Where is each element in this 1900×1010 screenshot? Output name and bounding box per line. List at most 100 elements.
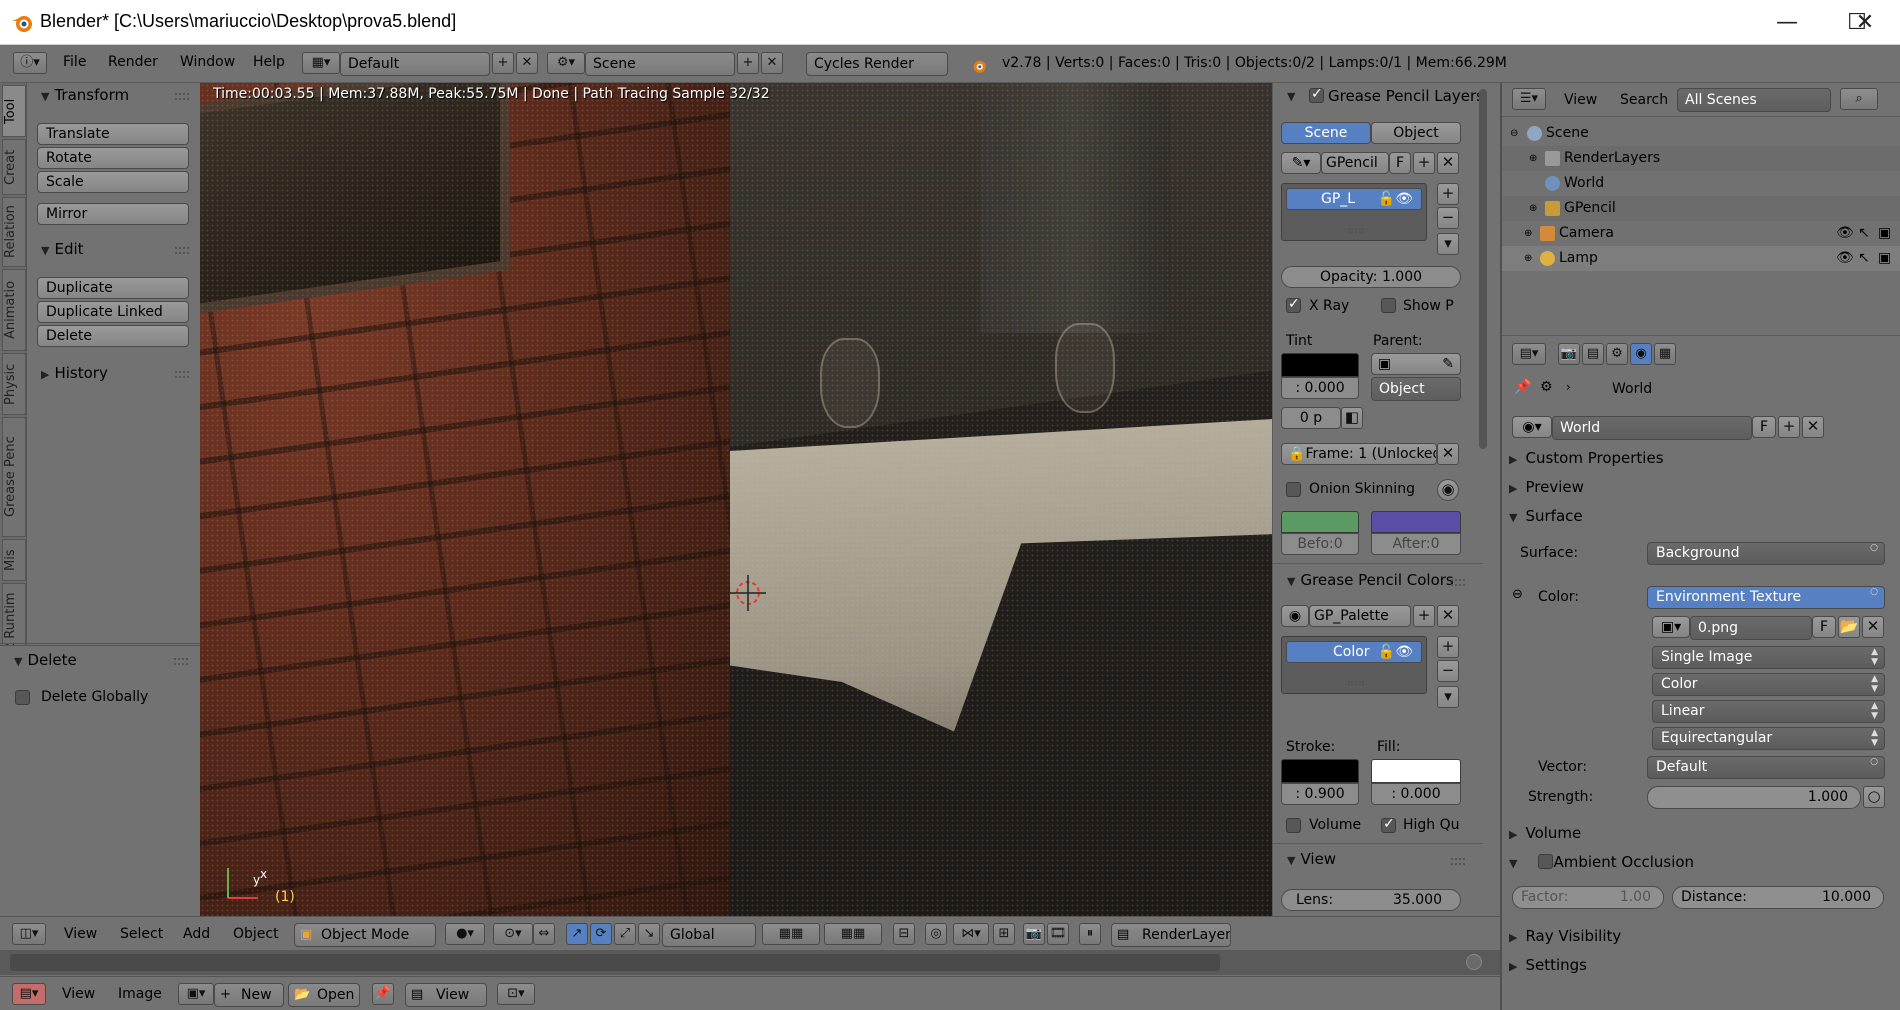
gp-object-tab[interactable]: Object xyxy=(1371,122,1461,144)
render-layers-tab-icon[interactable]: ▤ xyxy=(1582,343,1604,365)
outliner-menu-search[interactable]: Search xyxy=(1620,83,1668,117)
rotate-button[interactable]: Rotate xyxy=(37,147,189,169)
tab-relations[interactable]: Relation xyxy=(2,197,26,267)
outliner-filter-select[interactable]: All Scenes xyxy=(1677,88,1831,112)
gp-layer-remove-icon[interactable]: − xyxy=(1437,207,1459,229)
tab-create[interactable]: Creat xyxy=(2,139,26,195)
tab-misc[interactable]: Mis xyxy=(2,539,26,581)
gp-volume-checkbox[interactable] xyxy=(1286,818,1301,833)
image-source-select[interactable]: Single Image ▲ ▼ xyxy=(1652,646,1885,669)
pause-render-icon[interactable]: ⏸ xyxy=(1079,923,1101,945)
expand-icon[interactable]: ⊕ xyxy=(1524,221,1532,246)
pin-image-icon[interactable]: 📌 xyxy=(372,983,394,1005)
gp-onion-before-swatch[interactable] xyxy=(1281,511,1359,533)
gp-browse-icon[interactable]: ✎▾ xyxy=(1281,152,1321,174)
world-fake-user-button[interactable]: F xyxy=(1752,416,1776,438)
gp-onion-after-field[interactable]: After:0 xyxy=(1371,533,1461,555)
pivot-select-icon[interactable]: ⊙▾ xyxy=(493,923,533,945)
list-resize-grip-icon[interactable] xyxy=(1348,228,1364,233)
render-tab-icon[interactable]: 📷 xyxy=(1558,343,1580,365)
image-fake-user-button[interactable]: F xyxy=(1812,616,1836,638)
gp-panel-scrollbar[interactable] xyxy=(1479,89,1487,909)
scrollbar-thumb[interactable] xyxy=(1479,89,1487,449)
image-open-icon[interactable]: 📂 xyxy=(1838,616,1860,638)
surface-shader-select[interactable]: Background ○ xyxy=(1647,542,1885,565)
outliner-row-lamp[interactable]: ⊕ Lamp 👁 ↖ ▣ xyxy=(1502,246,1900,271)
gp-onion-color-icon[interactable]: ◉ xyxy=(1437,479,1459,501)
gp-thickness-mode-icon[interactable]: ◧ xyxy=(1341,407,1363,429)
gp-thickness-field[interactable]: 0 p xyxy=(1281,407,1341,429)
gp-frame-field[interactable]: 🔒Frame: 1 (Unlocked) xyxy=(1281,443,1437,465)
panel-history-header[interactable]: ▶ History xyxy=(41,364,108,382)
expand-icon[interactable]: ⊕ xyxy=(1529,196,1537,221)
image-unlink-icon[interactable]: ✕ xyxy=(1862,616,1884,638)
menu-window[interactable]: Window xyxy=(180,45,235,79)
gp-showp-checkbox[interactable] xyxy=(1381,298,1396,313)
image-browse-icon[interactable]: ▣▾ xyxy=(178,983,214,1005)
color-space-select[interactable]: Color ▲ ▼ xyxy=(1652,673,1885,696)
menu-file[interactable]: File xyxy=(63,45,86,79)
outliner-row-camera[interactable]: ⊕ Camera 👁 ↖ ▣ xyxy=(1502,221,1900,246)
color-input-select[interactable]: Environment Texture ○ xyxy=(1647,586,1885,609)
drag-grip-icon[interactable] xyxy=(174,658,188,665)
img-menu-view[interactable]: View xyxy=(62,977,95,1010)
proportional-edit-icon[interactable]: ◎ xyxy=(925,923,947,945)
3d-editor-type-icon[interactable]: ◫▾ xyxy=(12,923,46,945)
image-editor-type-icon[interactable]: ▤▾ xyxy=(12,983,46,1005)
section-custom-properties[interactable]: ▶ Custom Properties xyxy=(1509,445,1894,471)
mode-select[interactable]: Object Mode xyxy=(294,923,436,947)
tab-physics[interactable]: Physic xyxy=(2,353,26,415)
tab-tool[interactable]: Tool xyxy=(2,85,26,137)
gp-parent-type-select[interactable]: Object xyxy=(1371,377,1461,401)
drag-grip-icon[interactable] xyxy=(1451,579,1465,586)
gp-scene-tab[interactable]: Scene xyxy=(1281,122,1371,144)
snap-target-icon[interactable]: ⊞ xyxy=(993,923,1015,945)
gp-fill-color-swatch[interactable] xyxy=(1371,759,1461,783)
ao-factor-field[interactable]: Factor: 1.00 xyxy=(1512,886,1664,909)
manipulator-toggle-icon[interactable]: ⇔ xyxy=(533,923,555,945)
expand-icon[interactable]: ⊕ xyxy=(1524,246,1532,271)
layout-browse-icon[interactable]: ▦▾ xyxy=(302,52,340,74)
gp-parent-field[interactable]: ▣ ✎ xyxy=(1371,353,1461,375)
img-menu-image[interactable]: Image xyxy=(118,977,162,1010)
gp-colors-header[interactable]: ▼ Grease Pencil Colors xyxy=(1287,571,1454,589)
socket-collapse-icon[interactable]: ⊖ xyxy=(1512,587,1523,602)
lock-eye-icon[interactable]: 🔓👁 xyxy=(1378,642,1413,662)
editor-type-info-icon[interactable]: ⓘ▾ xyxy=(13,52,47,74)
gp-remove-icon[interactable]: ✕ xyxy=(1437,152,1459,174)
search-icon[interactable]: ⌕ xyxy=(1840,88,1878,110)
section-ambient-occlusion[interactable]: ▼ Ambient Occlusion xyxy=(1509,849,1894,875)
section-volume[interactable]: ▶ Volume xyxy=(1509,820,1894,846)
palette-remove-icon[interactable]: ✕ xyxy=(1437,605,1459,627)
gp-color-add-icon[interactable]: + xyxy=(1437,636,1459,658)
strength-field[interactable]: 1.000 xyxy=(1647,786,1861,809)
world-name-field[interactable]: World xyxy=(1552,416,1752,440)
orientation-select[interactable]: Global xyxy=(662,923,756,947)
tab-grease-pencil[interactable]: Grease Penc xyxy=(2,417,26,537)
gp-opacity-field[interactable]: Opacity: 1.000 xyxy=(1281,266,1461,288)
gp-onion-after-swatch[interactable] xyxy=(1371,511,1461,533)
section-surface[interactable]: ▼ Surface xyxy=(1509,503,1894,529)
gp-enable-checkbox[interactable] xyxy=(1309,86,1324,103)
lens-field[interactable]: Lens: 35.000 xyxy=(1281,889,1461,911)
3d-viewport[interactable]: Time:00:03.55 | Mem:37.88M, Peak:55.75M … xyxy=(200,83,1272,916)
timeline-strip[interactable] xyxy=(0,950,1500,975)
tab-animation[interactable]: Animatio xyxy=(2,269,26,351)
gp-palette-field[interactable]: GP_Palette xyxy=(1309,605,1411,627)
interpolation-select[interactable]: Linear ▲ ▼ xyxy=(1652,700,1885,723)
panel-transform-header[interactable]: ▼ Transform xyxy=(41,86,129,104)
outliner-editor-type-icon[interactable]: ☰▾ xyxy=(1512,88,1546,110)
duplicate-linked-button[interactable]: Duplicate Linked xyxy=(37,301,189,323)
projection-select[interactable]: Equirectangular ▲ ▼ xyxy=(1652,727,1885,750)
gp-layers-header[interactable]: ▼ xyxy=(1287,86,1300,104)
outliner-row-renderlayers[interactable]: ⊕ RenderLayers xyxy=(1502,146,1900,171)
outliner-row-gpencil[interactable]: ⊕ GPencil xyxy=(1502,196,1900,221)
minimize-button[interactable]: — xyxy=(1752,0,1822,45)
layers-grid-icon[interactable]: ▦▦ xyxy=(824,923,882,945)
render-engine-select[interactable]: Cycles Render xyxy=(806,52,948,76)
section-preview[interactable]: ▶ Preview xyxy=(1509,474,1894,500)
drag-grip-icon[interactable] xyxy=(175,93,189,100)
visibility-eye-icon[interactable]: 👁 xyxy=(1836,221,1854,246)
layout-name-field[interactable]: Default xyxy=(340,52,490,76)
vp-menu-add[interactable]: Add xyxy=(183,917,210,951)
